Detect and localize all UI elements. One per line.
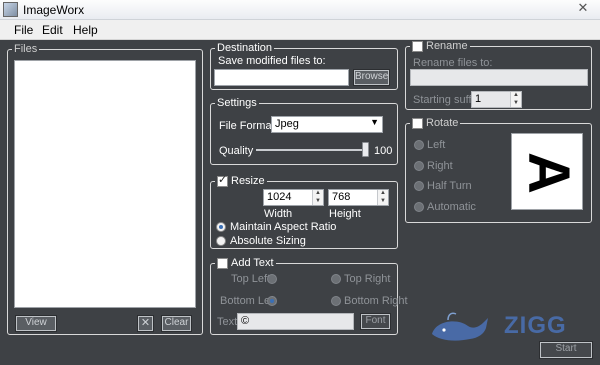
app-icon (3, 2, 18, 17)
close-window-button[interactable]: ✕ (572, 0, 594, 18)
width-spin-buttons[interactable]: ▲ ▼ (312, 190, 323, 205)
rotate-legend-label: Rotate (426, 117, 459, 129)
spin-up-icon[interactable]: ▲ (511, 92, 521, 100)
settings-group: Settings File Format Jpeg ▼ Quality 100 (210, 97, 398, 165)
quality-label: Quality (219, 145, 254, 157)
add-text-legend: Add Text (215, 257, 276, 269)
maintain-aspect-radio[interactable] (216, 222, 226, 232)
rename-legend-label: Rename (426, 40, 468, 52)
rotate-group: Rotate Left Right Half Turn Automatic A (405, 117, 592, 223)
spin-down-icon[interactable]: ▼ (511, 100, 521, 108)
starting-suffix-stepper[interactable]: 1 ▲ ▼ (471, 91, 522, 108)
quality-slider-thumb[interactable] (362, 142, 369, 157)
rename-files-label: Rename files to: (413, 57, 493, 69)
rename-legend: Rename (410, 40, 470, 52)
rotate-right-radio[interactable] (414, 161, 424, 171)
rename-checkbox[interactable] (412, 40, 423, 52)
resize-legend: Resize (215, 174, 267, 187)
rotate-left-label: Left (427, 139, 446, 151)
bottom-left-radio[interactable] (267, 296, 277, 306)
rotate-right-label: Right (427, 160, 453, 172)
watermark-logo: ZIGG (426, 308, 566, 348)
suffix-value: 1 (475, 93, 482, 105)
width-value: 1024 (267, 191, 292, 203)
quality-slider-track (256, 149, 369, 151)
height-spin-buttons[interactable]: ▲ ▼ (377, 190, 388, 205)
menu-edit[interactable]: Edit (42, 23, 63, 37)
chevron-down-icon: ▼ (370, 117, 379, 127)
save-to-label: Save modified files to: (218, 55, 326, 67)
add-text-checkbox[interactable] (217, 257, 228, 269)
remove-file-button[interactable]: ✕ (137, 315, 154, 332)
start-button[interactable]: Start (539, 341, 593, 359)
browse-button[interactable]: Browse (353, 69, 390, 86)
destination-path-field[interactable] (214, 69, 349, 86)
width-label: Width (264, 208, 293, 220)
menu-bar: File Edit Help (0, 20, 600, 40)
files-list[interactable] (14, 60, 196, 308)
font-button[interactable]: Font (360, 313, 391, 330)
files-legend: Files (12, 43, 40, 55)
top-right-radio[interactable] (331, 274, 341, 284)
menu-file[interactable]: File (14, 23, 33, 37)
automatic-label: Automatic (427, 201, 476, 213)
view-button[interactable]: View (15, 315, 57, 332)
rotate-preview: A (511, 133, 583, 210)
file-format-label: File Format (219, 120, 275, 132)
height-value: 768 (332, 191, 351, 203)
watermark-text: ZIGG (504, 312, 567, 339)
absolute-sizing-radio[interactable] (216, 236, 226, 246)
text-field[interactable]: © (237, 313, 354, 330)
file-format-select[interactable]: Jpeg ▼ (271, 116, 383, 133)
settings-legend: Settings (215, 97, 259, 109)
width-stepper[interactable]: 1024 ▲ ▼ (263, 189, 324, 206)
file-format-value: Jpeg (275, 118, 299, 130)
rename-field[interactable] (410, 69, 588, 86)
half-turn-label: Half Turn (427, 180, 472, 192)
settings-legend-label: Settings (217, 97, 257, 109)
bottom-right-label: Bottom Right (344, 295, 408, 307)
automatic-radio[interactable] (414, 202, 424, 212)
whale-icon (432, 312, 488, 341)
top-left-radio[interactable] (267, 274, 277, 284)
rename-group: Rename Rename files to: Starting suffix:… (405, 40, 592, 110)
clear-button[interactable]: Clear (161, 315, 192, 332)
add-text-legend-label: Add Text (231, 257, 274, 269)
destination-legend: Destination (215, 42, 275, 54)
spin-up-icon[interactable]: ▲ (378, 190, 388, 198)
height-stepper[interactable]: 768 ▲ ▼ (328, 189, 389, 206)
quality-value: 100 (374, 145, 393, 157)
height-label: Height (329, 208, 361, 220)
spin-down-icon[interactable]: ▼ (313, 198, 323, 206)
add-text-group: Add Text Top Left Top Right Bottom Left … (210, 257, 408, 335)
rotate-left-radio[interactable] (414, 140, 424, 150)
window-title: ImageWorx (23, 3, 85, 17)
menu-help[interactable]: Help (73, 23, 98, 37)
destination-legend-label: Destination (217, 42, 273, 54)
files-group: Files View ✕ Clear (7, 43, 203, 335)
rotate-preview-letter: A (515, 151, 581, 194)
destination-group: Destination Save modified files to: Brow… (210, 42, 398, 90)
top-right-label: Top Right (344, 273, 391, 285)
suffix-spin-buttons[interactable]: ▲ ▼ (510, 92, 521, 107)
resize-group: Resize 1024 ▲▼ 768 ▲▼ Width Height Maint… (210, 174, 398, 249)
title-bar: ImageWorx ✕ (0, 0, 600, 20)
files-legend-label: Files (14, 43, 38, 55)
resize-legend-label: Resize (231, 175, 265, 187)
rotate-legend: Rotate (410, 117, 461, 129)
top-left-label: Top Left (231, 273, 271, 285)
bottom-right-radio[interactable] (331, 296, 341, 306)
spin-down-icon[interactable]: ▼ (378, 198, 388, 206)
resize-checkbox[interactable] (217, 174, 228, 187)
maintain-aspect-label: Maintain Aspect Ratio (230, 221, 337, 233)
absolute-sizing-label: Absolute Sizing (230, 235, 306, 247)
rotate-checkbox[interactable] (412, 117, 423, 129)
spin-up-icon[interactable]: ▲ (313, 190, 323, 198)
half-turn-radio[interactable] (414, 181, 424, 191)
